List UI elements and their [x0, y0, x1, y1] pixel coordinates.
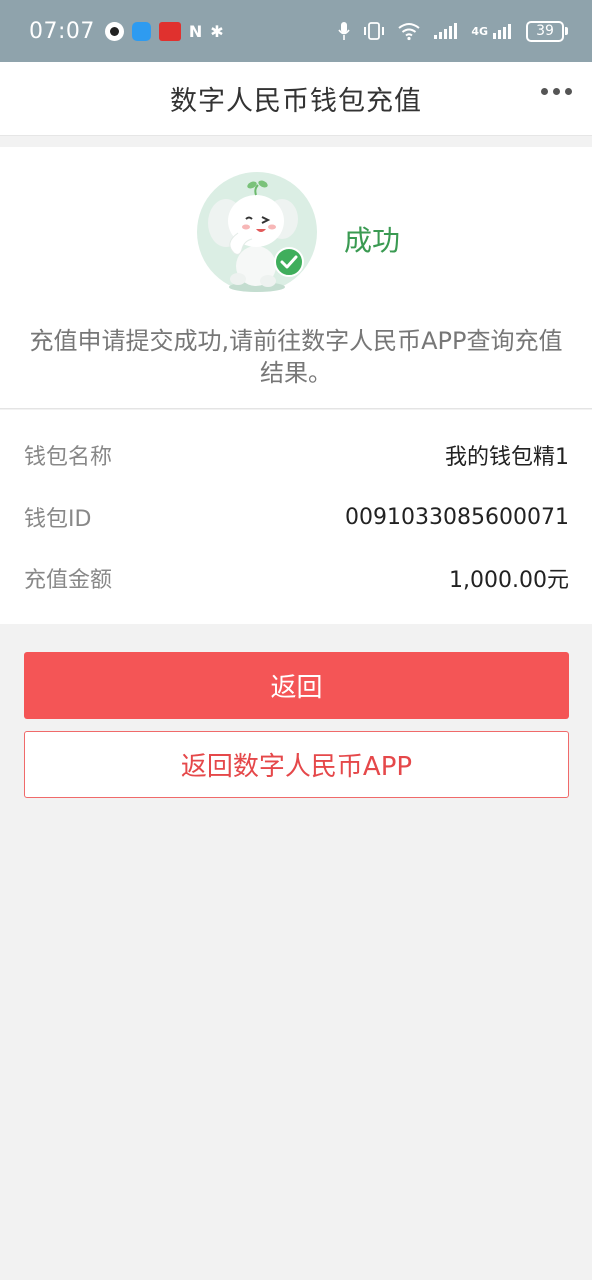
page-title: 数字人民币钱包充值 — [170, 86, 422, 117]
vibrate-icon — [364, 22, 385, 40]
detail-value: 1,000.00元 — [449, 568, 569, 593]
bluetooth-icon: ✱ — [210, 21, 224, 41]
back-to-app-button[interactable]: 返回数字人民币APP — [24, 731, 569, 798]
detail-row-wallet-name: 钱包名称 我的钱包精1 — [24, 435, 569, 475]
battery-level: 39 — [526, 20, 564, 42]
details-list: 钱包名称 我的钱包精1 钱包ID 0091033085600071 充值金额 1… — [0, 410, 592, 624]
nav-bar: 数字人民币钱包充值 — [0, 62, 592, 136]
wifi-icon — [398, 23, 420, 41]
detail-label: 钱包ID — [24, 507, 92, 532]
mascot-success-icon — [197, 172, 317, 292]
mic-icon — [338, 22, 350, 40]
detail-label: 钱包名称 — [24, 445, 113, 470]
network-type: 4G — [471, 24, 488, 38]
result-card: 成功 充值申请提交成功,请前往数字人民币APP查询充值结果。 — [0, 147, 592, 409]
detail-value: 我的钱包精1 — [445, 445, 569, 470]
detail-value: 0091033085600071 — [345, 504, 569, 530]
signal-icon-2 — [493, 24, 511, 39]
success-status: 成功 — [344, 224, 401, 257]
status-bar: 07:07 Ν ✱ 4G 39 — [0, 0, 592, 62]
notification-icons: Ν ✱ — [104, 21, 224, 41]
nfc-icon: Ν — [188, 21, 203, 41]
signal-icon — [434, 23, 458, 39]
back-button[interactable]: 返回 — [24, 652, 569, 719]
detail-label: 充值金额 — [24, 568, 113, 593]
message-icon — [131, 21, 151, 41]
system-icons: 4G 39 — [337, 20, 568, 42]
result-message: 充值申请提交成功,请前往数字人民币APP查询充值结果。 — [29, 327, 563, 387]
more-dots-icon[interactable] — [541, 88, 572, 95]
qq-icon — [104, 21, 124, 41]
detail-row-amount: 充值金额 1,000.00元 — [24, 558, 569, 598]
status-time: 07:07 — [29, 18, 95, 44]
battery-icon: 39 — [526, 20, 568, 42]
detail-row-wallet-id: 钱包ID 0091033085600071 — [24, 497, 569, 537]
app-icon — [158, 21, 181, 41]
